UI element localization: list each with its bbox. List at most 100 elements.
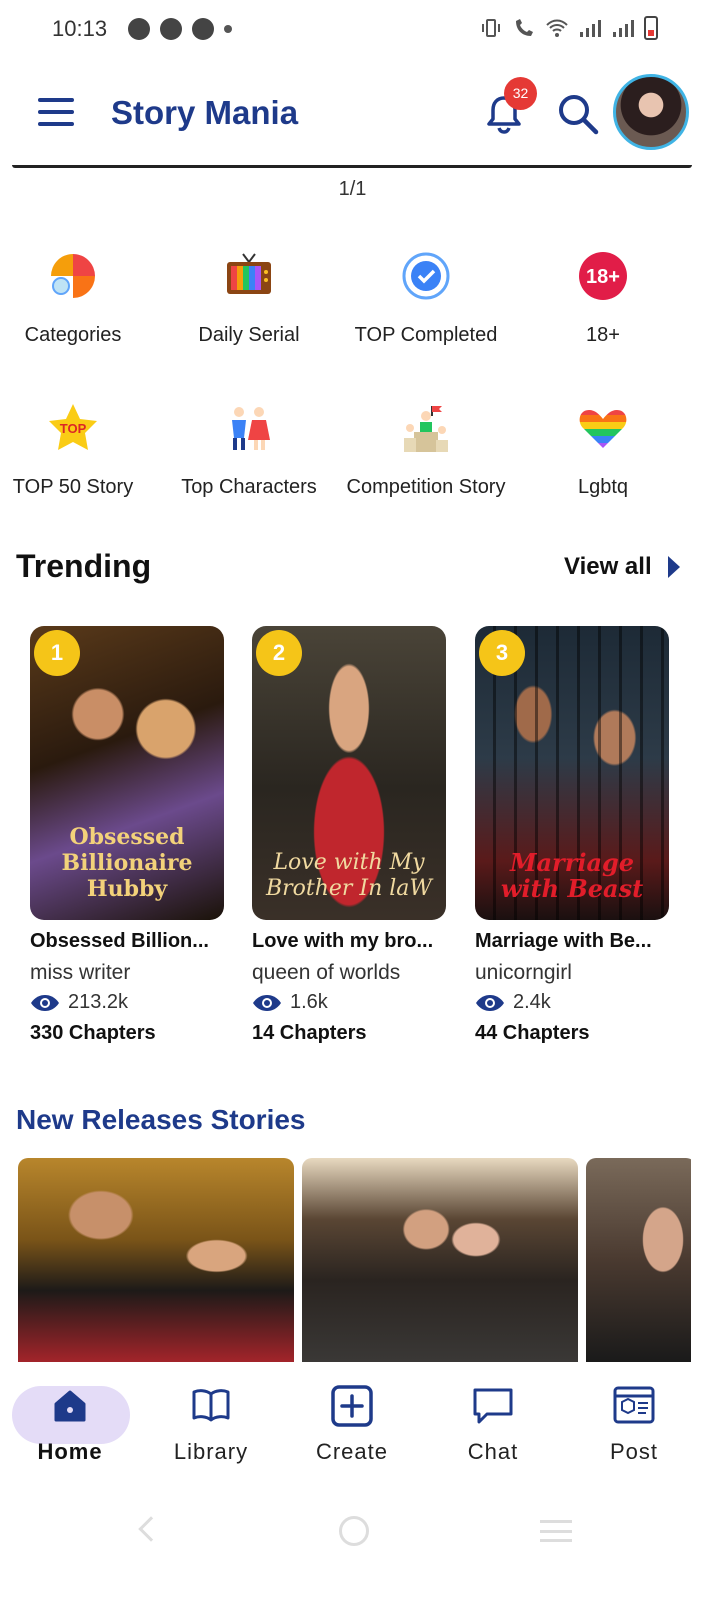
category-label: TOP Completed — [354, 324, 498, 346]
category-label: Daily Serial — [198, 324, 300, 346]
menu-icon[interactable] — [38, 98, 74, 126]
book-author: queen of worlds — [252, 961, 401, 984]
book-cover[interactable]: 2 Love with My Brother In laW — [252, 626, 446, 920]
nav-create[interactable]: Create — [292, 1384, 412, 1465]
book-views: 1.6k — [252, 991, 448, 1014]
search-icon[interactable] — [556, 92, 600, 136]
adult-badge-text: 18+ — [586, 266, 620, 288]
category-top-50[interactable]: TOP TOP 50 Story — [0, 402, 161, 499]
category-18plus[interactable]: 18+ 18+ — [515, 250, 691, 347]
view-count: 2.4k — [513, 991, 551, 1013]
book-author: unicorngirl — [475, 961, 572, 984]
view-all-label: View all — [564, 553, 652, 580]
app-title: Story Mania — [111, 94, 299, 131]
category-lgbtq[interactable]: Lgbtq — [515, 402, 691, 499]
category-label: 18+ — [586, 324, 620, 346]
book-title: Love with my bro... — [252, 930, 434, 952]
book-cover[interactable]: 3 Marriage with Beast — [475, 626, 669, 920]
wifi-icon — [546, 19, 568, 37]
home-icon — [54, 1390, 86, 1422]
categories-icon — [51, 254, 95, 298]
nav-label: Home — [37, 1439, 103, 1464]
nav-home[interactable]: Home — [10, 1384, 130, 1465]
category-top-characters[interactable]: Top Characters — [161, 402, 337, 499]
whatsapp-icon — [128, 18, 150, 40]
system-icons — [479, 16, 658, 40]
category-label: TOP 50 Story — [12, 476, 134, 498]
status-time: 10:13 — [52, 16, 108, 41]
new-release-cover[interactable] — [586, 1158, 691, 1362]
recent-apps-icon[interactable] — [540, 1520, 572, 1542]
category-label: Categories — [24, 324, 122, 346]
new-release-cover[interactable] — [18, 1158, 294, 1362]
home-circle-icon[interactable] — [339, 1516, 369, 1546]
eye-icon — [476, 994, 504, 1011]
trending-book-card[interactable]: 3 Marriage with Beast Marriage with Be..… — [475, 626, 671, 1045]
chapter-count: 14 Chapters — [252, 1022, 367, 1044]
top-star-text: TOP — [60, 421, 87, 436]
chat-bubble-icon — [160, 18, 182, 40]
category-label: Competition Story — [346, 476, 506, 498]
bottom-nav: Home Library Create Chat Post — [0, 1362, 720, 1480]
chat-icon — [473, 1388, 513, 1424]
trending-book-card[interactable]: 1 Obsessed Billionaire Hubby Obsessed Bi… — [30, 626, 226, 1045]
cover-title-text: Obsessed Billionaire Hubby — [61, 824, 193, 902]
nav-post[interactable]: Post — [574, 1384, 694, 1465]
new-release-cover[interactable] — [302, 1158, 578, 1362]
view-count: 1.6k — [290, 991, 328, 1013]
check-badge-icon — [402, 252, 450, 300]
signal-icon — [580, 20, 601, 37]
book-views: 213.2k — [30, 991, 226, 1014]
more-dot-icon — [224, 25, 232, 33]
rank-badge: 1 — [34, 630, 80, 676]
banner-pager: 1/1 — [338, 178, 367, 200]
new-releases-title: New Releases Stories — [16, 1104, 306, 1135]
nav-label: Chat — [467, 1439, 519, 1464]
notification-icons — [128, 18, 232, 40]
nav-label: Library — [173, 1439, 249, 1464]
rank-badge: 2 — [256, 630, 302, 676]
new-releases-carousel[interactable] — [18, 1158, 691, 1362]
view-all-link[interactable]: View all — [564, 553, 680, 581]
play-icon — [192, 18, 214, 40]
cover-title-text: Marriage with Beast — [500, 848, 644, 903]
battery-icon — [644, 16, 658, 40]
signal-icon — [613, 20, 634, 37]
app-header: Story Mania 32 — [0, 70, 720, 160]
view-count: 213.2k — [68, 991, 129, 1013]
category-competition[interactable]: Competition Story — [338, 402, 514, 499]
system-nav-bar — [0, 1490, 720, 1600]
avatar[interactable] — [613, 74, 689, 150]
category-top-completed[interactable]: TOP Completed — [338, 250, 514, 347]
notification-badge: 32 — [504, 77, 537, 110]
book-views: 2.4k — [475, 991, 671, 1014]
nav-chat[interactable]: Chat — [433, 1384, 553, 1465]
rainbow-heart-icon — [579, 410, 627, 448]
nav-label: Create — [315, 1439, 389, 1464]
top-star-icon: TOP — [49, 404, 97, 450]
category-categories[interactable]: Categories — [0, 250, 161, 347]
book-author: miss writer — [30, 961, 131, 984]
banner-edge — [12, 165, 692, 168]
chapter-count: 330 Chapters — [30, 1022, 156, 1044]
characters-icon — [232, 407, 270, 450]
book-cover[interactable]: 1 Obsessed Billionaire Hubby — [30, 626, 224, 920]
trending-title: Trending — [16, 548, 152, 584]
book-title: Marriage with Be... — [475, 930, 652, 952]
chapter-count: 44 Chapters — [475, 1022, 590, 1044]
book-icon — [192, 1389, 230, 1422]
competition-icon — [404, 406, 448, 452]
category-label: Lgbtq — [577, 476, 629, 498]
category-label: Top Characters — [181, 476, 317, 498]
trending-book-card[interactable]: 2 Love with My Brother In laW Love with … — [252, 626, 448, 1045]
status-bar: 10:13 — [0, 0, 720, 60]
nav-library[interactable]: Library — [151, 1384, 271, 1465]
back-icon[interactable] — [138, 1516, 164, 1542]
category-daily-serial[interactable]: Daily Serial — [161, 250, 337, 347]
post-icon — [613, 1386, 655, 1424]
volte-call-icon — [516, 19, 533, 36]
rank-badge: 3 — [479, 630, 525, 676]
chevron-right-icon — [667, 556, 680, 578]
eye-icon — [31, 994, 59, 1011]
vibrate-icon — [482, 19, 500, 37]
